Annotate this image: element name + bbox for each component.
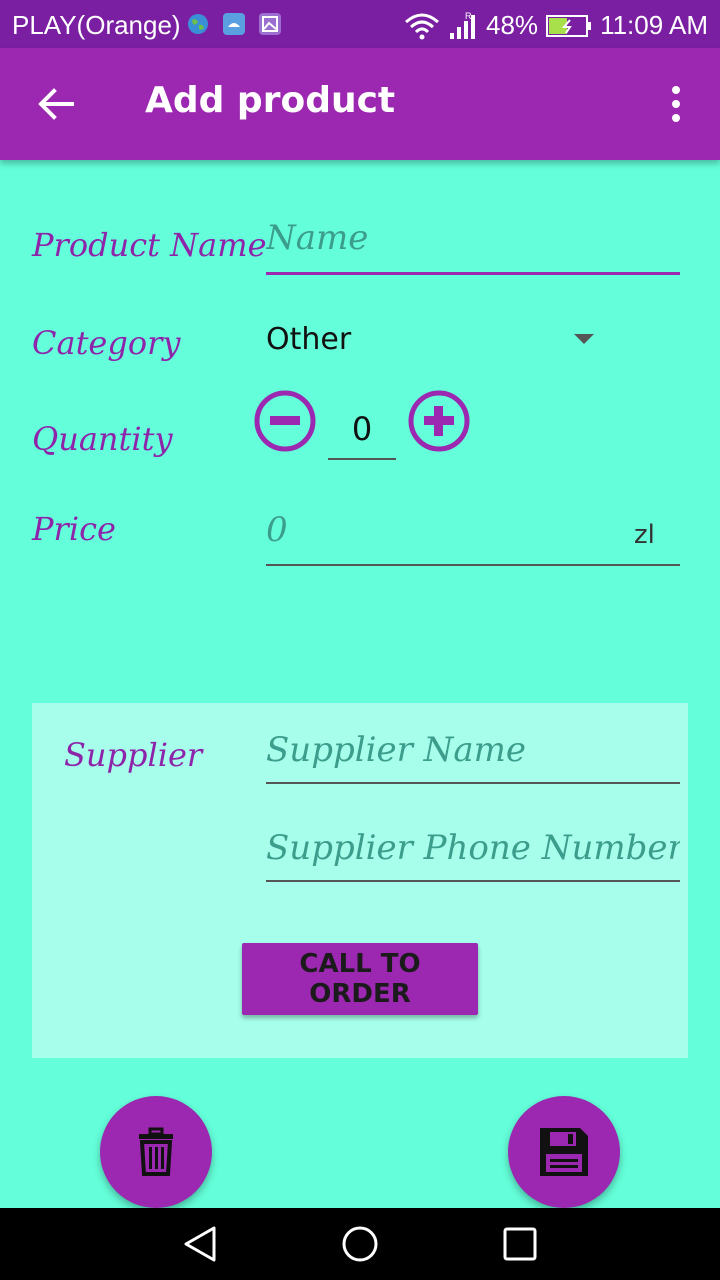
plus-circle-icon[interactable]	[408, 390, 470, 452]
delete-fab[interactable]	[100, 1096, 212, 1208]
supplier-name-input[interactable]	[266, 720, 680, 780]
image-notification-icon	[259, 13, 281, 35]
nav-recents-icon[interactable]	[500, 1224, 540, 1264]
dropdown-arrow-icon[interactable]	[572, 332, 596, 346]
quantity-label: Quantity	[32, 420, 173, 458]
roaming-indicator: R	[465, 11, 472, 21]
nav-home-icon[interactable]	[340, 1224, 380, 1264]
quantity-underline	[328, 458, 396, 460]
nav-back-icon[interactable]	[180, 1224, 220, 1264]
product-name-label: Product Name	[32, 226, 267, 264]
clock: 11:09 AM	[600, 10, 708, 40]
battery-icon	[546, 14, 592, 37]
product-name-input[interactable]	[266, 208, 680, 268]
supplier-label: Supplier	[64, 736, 203, 774]
signal-icon: R	[450, 11, 476, 39]
product-name-underline	[266, 272, 680, 275]
navigation-bar	[0, 1208, 720, 1280]
save-fab[interactable]	[508, 1096, 620, 1208]
arrow-back-icon[interactable]	[36, 84, 76, 124]
android-notification-icon	[223, 13, 245, 35]
more-vert-icon[interactable]	[660, 84, 692, 124]
category-label: Category	[32, 324, 181, 362]
price-label: Price	[32, 510, 116, 548]
quantity-value[interactable]: 0	[328, 410, 396, 448]
call-to-order-button[interactable]: CALL TO ORDER	[242, 943, 478, 1015]
app-bar: Add product	[0, 48, 720, 160]
wifi-icon	[405, 13, 440, 39]
supplier-phone-input[interactable]	[266, 818, 680, 878]
status-bar: PLAY(Orange) R 48% 11:09 AM	[0, 0, 720, 48]
globe-icon	[188, 14, 208, 34]
battery-percent: 48%	[486, 10, 539, 40]
floppy-disk-icon	[540, 1128, 588, 1176]
price-underline	[266, 564, 680, 566]
price-input[interactable]	[266, 500, 626, 560]
supplier-phone-underline	[266, 880, 680, 882]
supplier-name-underline	[266, 782, 680, 784]
minus-circle-icon[interactable]	[254, 390, 316, 452]
trash-icon	[139, 1127, 173, 1176]
carrier-name: PLAY(Orange)	[12, 10, 181, 40]
currency-unit: zl	[634, 520, 655, 550]
category-select[interactable]: Other	[266, 322, 351, 357]
page-title: Add product	[145, 80, 396, 121]
